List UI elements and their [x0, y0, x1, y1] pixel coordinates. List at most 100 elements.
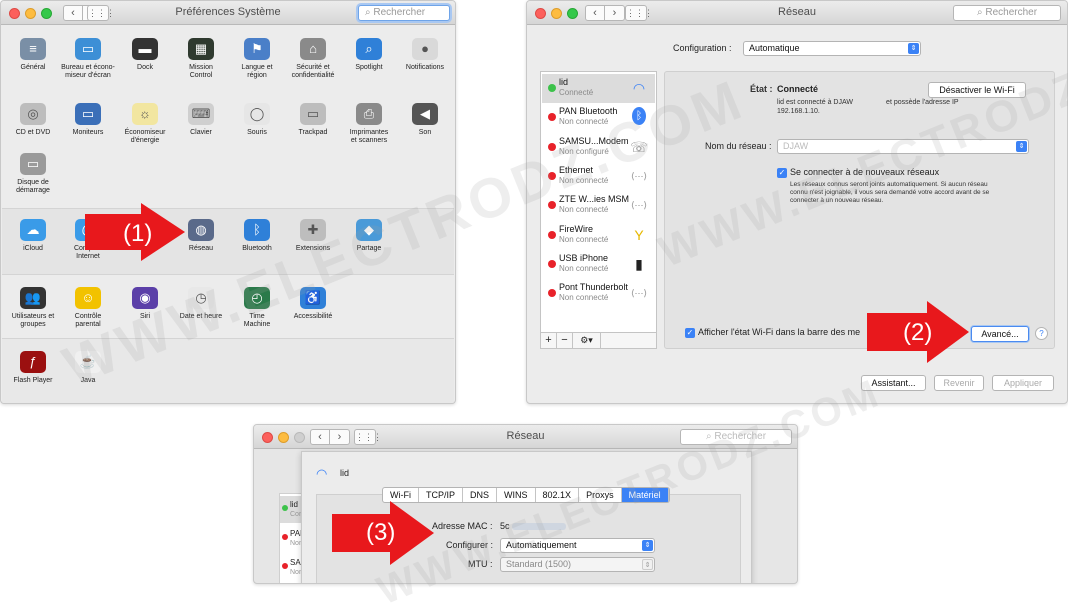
service-item-wifi[interactable]: lid Connecté ◠	[542, 74, 655, 103]
search-placeholder: Rechercher	[373, 7, 426, 18]
pref-pane-mission-control[interactable]: ▦ Mission Control	[171, 38, 231, 80]
title-bar: ‹ › ⋮⋮⋮ Réseau ⌕ Rechercher	[527, 1, 1067, 25]
service-list-toolbar: + − ⚙▾	[540, 333, 657, 349]
network-name-label: Nom du réseau :	[705, 141, 772, 151]
search-placeholder: Rechercher	[985, 7, 1038, 18]
service-name: Pont Thunderbolt	[559, 282, 628, 293]
pref-pane-label: CD et DVD	[15, 129, 51, 136]
firewire-icon: Y	[634, 226, 644, 243]
cd-dvd-icon: ◎	[20, 103, 46, 125]
pref-pane-displays[interactable]: ▭ Moniteurs	[58, 103, 118, 137]
iphone-icon: ▮	[635, 255, 643, 272]
tab-tcpip[interactable]: TCP/IP	[419, 488, 464, 502]
search-icon: ⌕	[365, 7, 371, 18]
network-name-value: DJAW	[783, 141, 809, 151]
remove-service-button[interactable]: −	[557, 333, 573, 348]
pref-pane-desktop[interactable]: ▭ Bureau et écono- miseur d'écran	[58, 38, 118, 80]
service-status: Non connecté	[559, 293, 609, 303]
pref-pane-label: Économiseur d'énergie	[124, 129, 166, 144]
startup-disk-icon: ▭	[20, 153, 46, 175]
service-actions-button[interactable]: ⚙▾	[573, 333, 601, 348]
pref-pane-language[interactable]: ⚑ Langue et région	[227, 38, 287, 80]
show-wifi-status-checkbox[interactable]: ✓	[685, 328, 695, 338]
state-label: État :	[750, 84, 773, 94]
chevron-updown-icon: ⇕	[1016, 141, 1027, 152]
pref-pane-trackpad[interactable]: ▭ Trackpad	[283, 103, 343, 137]
status-dot	[548, 84, 556, 92]
tab-wifi[interactable]: Wi-Fi	[383, 488, 419, 502]
chevron-updown-icon: ⇕	[642, 559, 653, 570]
status-dot	[282, 505, 288, 511]
pref-pane-printer[interactable]: ⎙ Imprimantes et scanners	[339, 103, 399, 145]
state-value: Connecté	[777, 84, 819, 94]
configuration-label: Configuration :	[673, 43, 732, 53]
pref-pane-general[interactable]: ≡ Général	[3, 38, 63, 72]
title-bar: ‹ › ⋮⋮⋮ Préférences Système ⌕ Rechercher	[1, 1, 455, 25]
configuration-popup[interactable]: Automatique ⇕	[743, 41, 921, 56]
search-field[interactable]: ⌕ Rechercher	[953, 5, 1061, 21]
pref-pane-label: Mission Control	[189, 64, 213, 79]
pref-pane-label: Bureau et écono- miseur d'écran	[61, 64, 115, 79]
pref-pane-label: Moniteurs	[72, 129, 104, 136]
pref-pane-notifications[interactable]: ● Notifications	[395, 38, 455, 72]
pref-pane-label: Imprimantes et scanners	[349, 129, 389, 144]
advanced-button[interactable]: Avancé...	[971, 326, 1029, 342]
show-wifi-status-label: Afficher l'état Wi-Fi dans la barre des …	[698, 327, 861, 337]
pref-pane-label: Souris	[247, 129, 267, 136]
service-status: Non connecté	[559, 205, 609, 215]
spotlight-icon: ⌕	[356, 38, 382, 60]
help-button[interactable]: ?	[1035, 327, 1048, 340]
pref-pane-label: iCloud	[23, 245, 43, 252]
status-dot	[548, 230, 556, 239]
general-icon: ≡	[20, 38, 46, 60]
pref-pane-label: Dock	[137, 64, 153, 71]
pref-pane-mouse[interactable]: ◯ Souris	[227, 103, 287, 137]
pref-pane-keyboard[interactable]: ⌨ Clavier	[171, 103, 231, 137]
language-icon: ⚑	[244, 38, 270, 60]
tab-wins[interactable]: WINS	[497, 488, 536, 502]
wifi-icon: ◠	[632, 80, 646, 96]
state-description: lid est connecté à DJAW et possède l'adr…	[777, 99, 959, 115]
pref-pane-flash-player[interactable]: ƒ Flash Player	[3, 351, 63, 385]
pref-pane-label: Utilisateurs et groupes	[11, 313, 55, 328]
service-item-iphone[interactable]: USB iPhone Non connecté ▮	[542, 250, 655, 279]
pref-pane-dock[interactable]: ▬ Dock	[115, 38, 175, 72]
status-dot	[282, 534, 288, 540]
add-service-button[interactable]: +	[541, 333, 557, 348]
sheet-title: lid	[340, 468, 350, 478]
pref-pane-sound[interactable]: ◀ Son	[395, 103, 455, 137]
pref-pane-security[interactable]: ⌂ Sécurité et confidentialité	[283, 38, 343, 80]
service-name: USB iPhone	[559, 252, 609, 263]
search-field[interactable]: ⌕ Rechercher	[358, 5, 450, 21]
pref-pane-spotlight[interactable]: ⌕ Spotlight	[339, 38, 399, 72]
arrow-1-label: (1)	[123, 220, 153, 247]
pref-pane-cd-dvd[interactable]: ◎ CD et DVD	[3, 103, 63, 137]
pref-pane-startup-disk[interactable]: ▭ Disque de démarrage	[3, 153, 63, 195]
pref-pane-icloud[interactable]: ☁ iCloud	[3, 219, 63, 253]
sound-icon: ◀	[412, 103, 438, 125]
apply-button[interactable]: Appliquer	[992, 375, 1054, 391]
desktop-icon: ▭	[75, 38, 101, 60]
pref-pane-label: Clavier	[190, 129, 212, 136]
mouse-icon: ◯	[244, 103, 270, 125]
users-icon: 👥	[20, 287, 46, 309]
pref-pane-users[interactable]: 👥 Utilisateurs et groupes	[3, 287, 63, 329]
pref-pane-label: Langue et région	[241, 64, 273, 79]
service-status: Connecté	[559, 88, 594, 97]
icloud-icon: ☁	[20, 219, 46, 241]
service-item-firewire[interactable]: FireWire Non connecté Y	[542, 221, 655, 250]
service-status: Non connecté	[559, 234, 609, 244]
tab-dns[interactable]: DNS	[463, 488, 498, 502]
service-name: lid	[559, 77, 569, 87]
service-name: FireWire	[559, 223, 593, 234]
pref-pane-label: Son	[418, 129, 432, 136]
revert-button[interactable]: Revenir	[934, 375, 984, 391]
pref-pane-energy-saver[interactable]: ☼ Économiseur d'énergie	[115, 103, 175, 145]
mission-control-icon: ▦	[188, 38, 214, 60]
configuration-value: Automatique	[749, 43, 800, 53]
bluetooth-icon: ᛒ	[244, 219, 270, 241]
pref-pane-label: Trackpad	[298, 129, 328, 136]
service-item-thunderbolt-bridge[interactable]: Pont Thunderbolt Non connecté ⟨⋯⟩	[542, 279, 655, 308]
security-icon: ⌂	[300, 38, 326, 60]
chevron-updown-icon: ⇕	[908, 43, 919, 54]
